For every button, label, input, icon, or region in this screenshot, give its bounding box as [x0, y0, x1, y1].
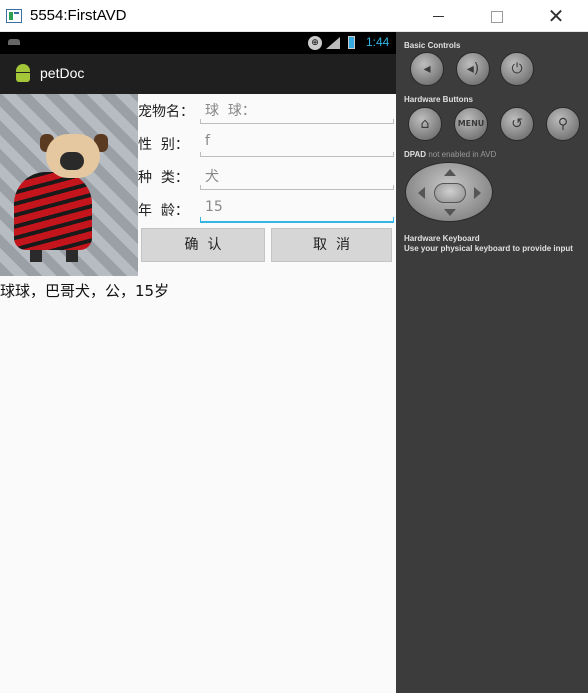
dpad-center-button[interactable]	[434, 183, 466, 203]
gender-label: 性 别：	[138, 137, 189, 153]
home-button[interactable]: ⌂	[408, 107, 442, 141]
sim-icon: ⊕	[308, 36, 322, 50]
emulator-frame: ⊕ 1:44 petDoc 宠物名： 球 球： 性 别： f 种 类： 犬 年 …	[0, 32, 588, 693]
power-button[interactable]: ⏻	[500, 52, 534, 86]
status-bar: ⊕ 1:44	[0, 32, 396, 54]
search-button[interactable]: ⚲	[546, 107, 580, 141]
android-icon	[14, 64, 32, 84]
app-title: petDoc	[40, 65, 85, 81]
species-input[interactable]: 犬	[200, 162, 394, 190]
maximize-button[interactable]	[474, 0, 520, 32]
dpad-up-icon	[444, 169, 456, 176]
basic-controls-title: Basic Controls	[404, 41, 461, 50]
age-label: 年 龄：	[138, 203, 189, 219]
pet-name-input[interactable]: 球 球：	[200, 96, 394, 124]
result-text: 球球，巴哥犬，公，15岁	[0, 282, 170, 300]
back-button[interactable]: ↺	[500, 107, 534, 141]
hardware-keyboard-info: Hardware Keyboard Use your physical keyb…	[404, 234, 573, 253]
age-input[interactable]: 15	[200, 195, 394, 223]
dpad-right-icon	[474, 187, 481, 199]
hardware-buttons-title: Hardware Buttons	[404, 95, 473, 104]
window-titlebar: 5554:FirstAVD ✕	[0, 0, 588, 32]
cancel-button[interactable]: 取 消	[271, 228, 392, 262]
notification-icon	[8, 39, 20, 45]
dpad-left-icon	[418, 187, 425, 199]
volume-up-button[interactable]: ◂)	[456, 52, 490, 86]
status-icons: ⊕	[308, 35, 360, 51]
signal-icon	[326, 37, 340, 49]
app-icon	[6, 9, 22, 23]
volume-down-button[interactable]: ◂	[410, 52, 444, 86]
pet-name-label: 宠物名：	[138, 104, 194, 120]
species-label: 种 类：	[138, 170, 189, 186]
menu-button[interactable]: MENU	[454, 107, 488, 141]
window-title: 5554:FirstAVD	[30, 7, 127, 24]
battery-icon	[348, 36, 355, 49]
dpad-title: DPAD not enabled in AVD	[404, 150, 497, 159]
action-bar: petDoc	[0, 54, 396, 94]
dpad[interactable]	[405, 162, 493, 222]
close-button[interactable]: ✕	[533, 0, 579, 32]
device-screen: ⊕ 1:44 petDoc 宠物名： 球 球： 性 别： f 种 类： 犬 年 …	[0, 32, 396, 693]
gender-input[interactable]: f	[200, 129, 394, 157]
status-time: 1:44	[366, 35, 390, 49]
minimize-button[interactable]	[416, 0, 462, 32]
dpad-down-icon	[444, 209, 456, 216]
emulator-controls-panel: Basic Controls ◂ ◂) ⏻ Hardware Buttons ⌂…	[396, 32, 588, 693]
pet-photo	[0, 94, 138, 276]
confirm-button[interactable]: 确 认	[141, 228, 265, 262]
